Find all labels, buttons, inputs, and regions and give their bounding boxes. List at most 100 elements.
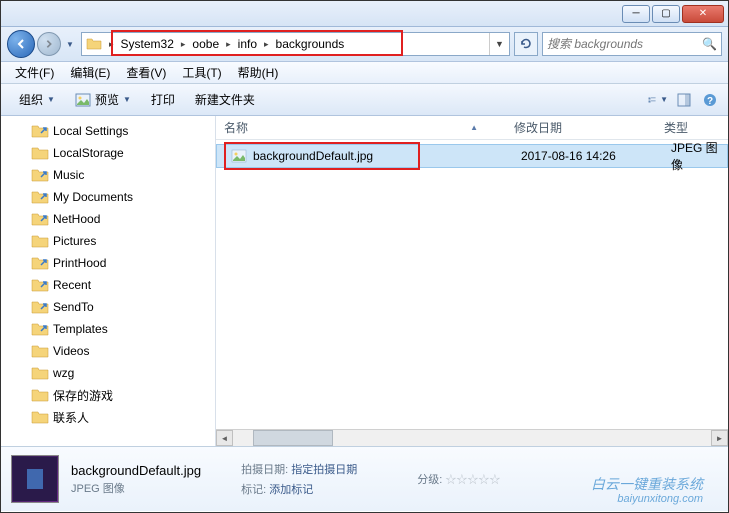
search-input[interactable] [547, 37, 702, 51]
search-box[interactable]: 🔍 [542, 32, 722, 56]
folder-icon [31, 167, 49, 183]
details-filetype: JPEG 图像 [71, 480, 201, 496]
picture-icon [75, 93, 91, 107]
tree-item-label: Videos [53, 344, 89, 358]
tree-item[interactable]: Pictures [1, 230, 215, 252]
view-options-button[interactable]: ▼ [648, 90, 668, 110]
print-button[interactable]: 打印 [141, 88, 185, 112]
star-icon[interactable]: ☆ [478, 474, 489, 486]
chevron-right-icon[interactable]: ▸ [223, 39, 234, 50]
chevron-right-icon[interactable]: ▸ [261, 39, 272, 50]
rating-field[interactable]: 分级: ☆☆☆☆☆ [417, 471, 500, 487]
details-filename: backgroundDefault.jpg [71, 463, 201, 478]
column-header-type[interactable]: 类型 [656, 119, 728, 136]
menu-tools[interactable]: 工具(T) [174, 64, 229, 81]
breadcrumb[interactable]: System32 [117, 37, 178, 51]
preview-pane-button[interactable] [674, 90, 694, 110]
arrow-left-icon [15, 38, 27, 50]
folder-icon [31, 387, 49, 403]
file-thumbnail [11, 455, 59, 503]
shot-date-field[interactable]: 指定拍摄日期 [291, 464, 357, 476]
history-dropdown[interactable]: ▼ [63, 40, 77, 49]
arrow-right-icon [44, 39, 54, 49]
menu-bar: 文件(F) 编辑(E) 查看(V) 工具(T) 帮助(H) [1, 62, 728, 84]
back-button[interactable] [7, 30, 35, 58]
address-bar[interactable]: ▸ System32 ▸ oobe ▸ info ▸ backgrounds ▼ [81, 32, 510, 56]
tree-item[interactable]: SendTo [1, 296, 215, 318]
star-icon[interactable]: ☆ [445, 474, 456, 486]
breadcrumb[interactable]: backgrounds [272, 37, 349, 51]
breadcrumb[interactable]: info [234, 37, 261, 51]
preview-button[interactable]: 预览▼ [65, 88, 141, 112]
image-file-icon [231, 149, 247, 163]
star-icon[interactable]: ☆ [489, 474, 500, 486]
tree-item[interactable]: 联系人 [1, 406, 215, 428]
tree-item-label: wzg [53, 366, 74, 380]
minimize-button[interactable]: ─ [622, 5, 650, 23]
tree-item-label: Recent [53, 278, 91, 292]
scroll-left-button[interactable]: ◄ [216, 430, 233, 446]
navigation-tree[interactable]: Local Settings LocalStorage Music My Docume… [1, 116, 216, 446]
tree-item[interactable]: 保存的游戏 [1, 384, 215, 406]
star-icon[interactable]: ☆ [467, 474, 478, 486]
organize-button[interactable]: 组织▼ [9, 88, 65, 112]
column-header-date[interactable]: 修改日期 [506, 119, 656, 136]
menu-file[interactable]: 文件(F) [7, 64, 62, 81]
search-icon: 🔍 [702, 37, 717, 51]
help-icon: ? [703, 93, 717, 107]
forward-button[interactable] [37, 32, 61, 56]
column-header-row: 名称▲ 修改日期 类型 [216, 116, 728, 140]
file-list: 名称▲ 修改日期 类型 backgroundDefault.jpg 2017-0… [216, 116, 728, 446]
tree-item-label: SendTo [53, 300, 94, 314]
menu-view[interactable]: 查看(V) [118, 64, 174, 81]
folder-icon [31, 409, 49, 425]
tree-item-label: PrintHood [53, 256, 106, 270]
tree-item-label: 保存的游戏 [53, 387, 113, 404]
folder-icon [31, 321, 49, 337]
breadcrumb[interactable]: oobe [188, 37, 223, 51]
column-header-name[interactable]: 名称▲ [216, 119, 506, 136]
new-folder-button[interactable]: 新建文件夹 [185, 88, 265, 112]
tree-item-label: LocalStorage [53, 146, 124, 160]
tree-item[interactable]: Recent [1, 274, 215, 296]
tree-item-label: Local Settings [53, 124, 128, 138]
titlebar: ─ ▢ ✕ [1, 1, 728, 27]
tree-item[interactable]: PrintHood [1, 252, 215, 274]
thumbnail-image-icon [13, 457, 57, 501]
tree-item-label: Templates [53, 322, 108, 336]
main-area: Local Settings LocalStorage Music My Docume… [1, 116, 728, 446]
tags-field[interactable]: 添加标记 [269, 484, 313, 496]
menu-help[interactable]: 帮助(H) [230, 64, 287, 81]
scroll-right-button[interactable]: ► [711, 430, 728, 446]
tree-item[interactable]: NetHood [1, 208, 215, 230]
star-icon[interactable]: ☆ [456, 474, 467, 486]
folder-icon [31, 299, 49, 315]
file-row[interactable]: backgroundDefault.jpg 2017-08-16 14:26 J… [216, 144, 728, 168]
refresh-button[interactable] [514, 32, 538, 56]
folder-icon [86, 37, 102, 51]
folder-icon [31, 211, 49, 227]
chevron-right-icon[interactable]: ▸ [106, 39, 117, 50]
address-dropdown[interactable]: ▼ [489, 33, 509, 55]
folder-icon [31, 233, 49, 249]
folder-icon [31, 255, 49, 271]
chevron-right-icon[interactable]: ▸ [178, 39, 189, 50]
tree-item[interactable]: Videos [1, 340, 215, 362]
maximize-button[interactable]: ▢ [652, 5, 680, 23]
tree-item[interactable]: Local Settings [1, 120, 215, 142]
horizontal-scrollbar[interactable]: ◄ ► [216, 429, 728, 446]
menu-edit[interactable]: 编辑(E) [62, 64, 118, 81]
tree-item[interactable]: Templates [1, 318, 215, 340]
tree-item[interactable]: wzg [1, 362, 215, 384]
tree-item-label: NetHood [53, 212, 100, 226]
help-button[interactable]: ? [700, 90, 720, 110]
file-type: JPEG 图像 [671, 139, 727, 173]
tree-item[interactable]: My Documents [1, 186, 215, 208]
tree-item[interactable]: LocalStorage [1, 142, 215, 164]
tree-item-label: Music [53, 168, 84, 182]
scroll-thumb[interactable] [253, 430, 333, 446]
folder-icon [31, 123, 49, 139]
tree-item[interactable]: Music [1, 164, 215, 186]
folder-icon [31, 145, 49, 161]
close-button[interactable]: ✕ [682, 5, 724, 23]
